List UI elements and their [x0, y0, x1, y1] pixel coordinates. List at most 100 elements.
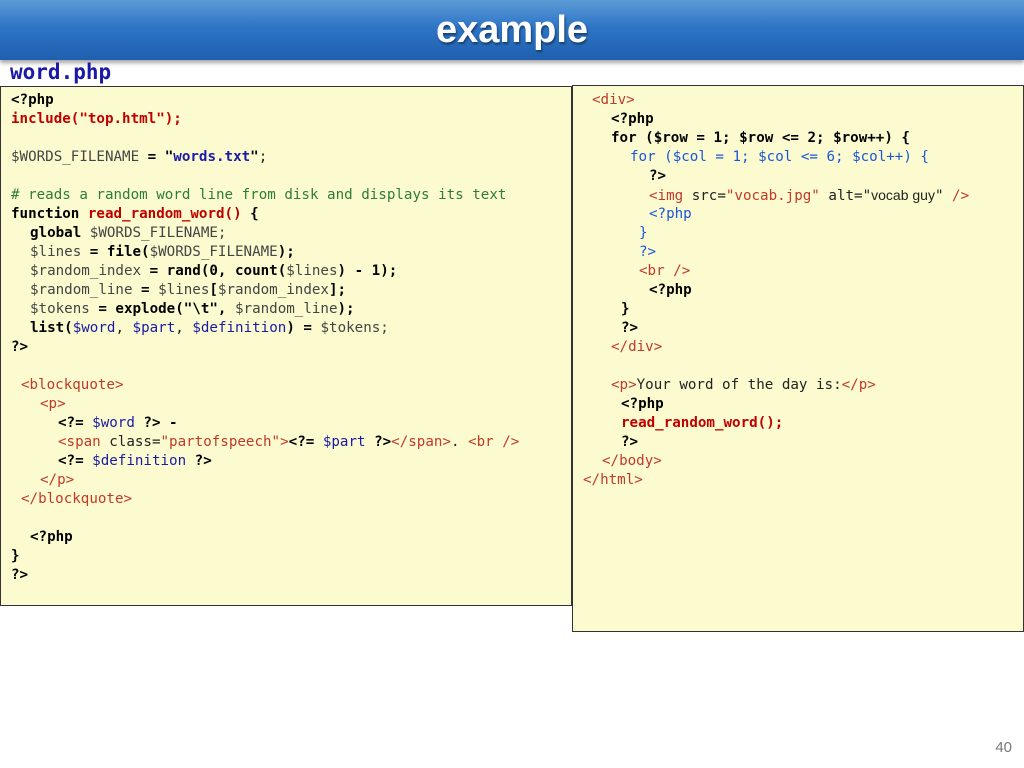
code-line: <img src="vocab.jpg" alt="vocab guy" />	[649, 186, 969, 206]
quote: "	[164, 149, 174, 165]
function-call: read_random_word();	[621, 415, 784, 431]
code-line: for ($row = 1; $row <= 2; $row++) {	[611, 129, 910, 148]
variable: $definition	[192, 320, 287, 336]
php-echo-tag: <?=	[288, 434, 323, 450]
php-close-tag: ?>	[11, 339, 29, 355]
code-line: <br />	[639, 262, 690, 281]
variable: $random_line	[235, 301, 338, 317]
code-line: for ($col = 1; $col <= 6; $col++) {	[630, 148, 929, 167]
function-keyword: function	[11, 206, 88, 222]
html-tag: />	[943, 188, 970, 204]
html-tag: </p>	[40, 472, 75, 488]
code-line: # reads a random word line from disk and…	[11, 186, 506, 205]
punctuation: ,	[175, 320, 193, 336]
code-line: <?php	[621, 395, 664, 414]
for-loop: for ($row = 1; $row <= 2; $row++) {	[611, 130, 910, 146]
code-comment: # reads a random word line from disk and…	[11, 187, 507, 203]
php-close-tag: ?>	[649, 168, 667, 184]
html-attribute: src=	[683, 188, 726, 204]
include-argument: ("top.html");	[70, 111, 182, 127]
html-tag: <br />	[468, 434, 520, 450]
variable: $WORDS_FILENAME	[11, 149, 140, 165]
html-tag: <p>	[611, 377, 637, 393]
code-line: list($word, $part, $definition) = $token…	[30, 319, 389, 338]
variable: $lines	[158, 282, 210, 298]
code-line: ?>	[639, 243, 656, 262]
global-keyword: global	[30, 225, 82, 241]
quote: "	[934, 188, 944, 204]
html-tag: <div>	[592, 92, 635, 108]
code-line: <?php	[611, 110, 654, 129]
html-tag: </blockquote>	[21, 491, 133, 507]
semicolon: ;	[258, 149, 268, 165]
punctuation: );	[277, 244, 295, 260]
php-echo-close: ?> -	[134, 415, 178, 431]
php-open-tag: <?php	[611, 111, 654, 127]
code-line: </body>	[602, 452, 662, 471]
operator: =	[81, 244, 107, 260]
code-line: </html>	[583, 471, 643, 490]
punctuation: ) - 1);	[337, 263, 398, 279]
html-tag: >	[280, 434, 289, 450]
variable: $random_index	[217, 282, 329, 298]
function-call: list(	[30, 320, 73, 336]
function-call: rand(0, count(	[166, 263, 287, 279]
code-line: }	[621, 300, 630, 319]
code-line: ?>	[621, 319, 638, 338]
variable: $word	[92, 415, 135, 431]
php-open-tag: <?php	[649, 282, 692, 298]
code-line: <p>	[40, 395, 66, 414]
html-attribute: class=	[100, 434, 161, 450]
punctuation: ) =	[286, 320, 321, 336]
quote: "	[250, 149, 259, 165]
code-line: }	[11, 547, 20, 566]
operator: =	[89, 301, 116, 317]
for-loop: for ($col = 1; $col <= 6; $col++) {	[630, 149, 929, 165]
html-tag: <span	[58, 434, 101, 450]
php-close-tag: ?>	[639, 244, 657, 260]
html-tag: </p>	[841, 377, 876, 393]
variable: $lines	[30, 244, 82, 260]
function-call: file(	[106, 244, 150, 260]
html-tag: <blockquote>	[21, 377, 124, 393]
function-name: read_random_word()	[87, 206, 242, 222]
paragraph-text: Your word of the day is:	[636, 377, 842, 393]
php-echo-close: ?>	[186, 453, 212, 469]
variable: $random_line	[30, 282, 133, 298]
html-tag: <img	[649, 188, 684, 204]
attribute-value: "partofspeech"	[160, 434, 281, 450]
html-tag: <p>	[40, 396, 66, 412]
variable: $lines	[286, 263, 338, 279]
code-line: <?php	[11, 91, 54, 110]
variable: $tokens;	[320, 320, 389, 336]
operator: =	[132, 282, 159, 298]
punctuation: ];	[328, 282, 347, 298]
code-line: <?= $definition ?>	[58, 452, 212, 471]
variable: $tokens	[30, 301, 90, 317]
code-line: function read_random_word() {	[11, 205, 259, 224]
code-line: </p>	[40, 471, 74, 490]
brace: }	[639, 225, 648, 241]
html-tag: </body>	[602, 453, 662, 469]
code-line: </blockquote>	[21, 490, 132, 509]
file-name-heading: word.php	[10, 60, 112, 84]
code-line: include("top.html");	[11, 110, 182, 129]
php-open-tag: <?php	[30, 529, 73, 545]
attribute-value: "vocab.jpg"	[725, 188, 820, 204]
code-line: <blockquote>	[21, 376, 124, 395]
php-echo-close: ?>	[365, 434, 392, 450]
brace: }	[11, 548, 20, 564]
quote: "	[862, 188, 872, 204]
code-line: $random_index = rand(0, count($lines) - …	[30, 262, 397, 281]
code-line: $WORDS_FILENAME = "words.txt";	[11, 148, 267, 167]
code-line: global $WORDS_FILENAME;	[30, 224, 226, 243]
code-line: <?= $word ?> -	[58, 414, 178, 433]
code-line: ?>	[649, 167, 666, 186]
variable: $WORDS_FILENAME;	[81, 225, 227, 241]
variable: $word	[72, 320, 116, 336]
variable: $random_index	[30, 263, 142, 279]
variable: $part	[132, 320, 176, 336]
code-line: $random_line = $lines[$random_index];	[30, 281, 346, 300]
punctuation: ,	[115, 320, 133, 336]
php-open-tag: <?php	[649, 206, 692, 222]
